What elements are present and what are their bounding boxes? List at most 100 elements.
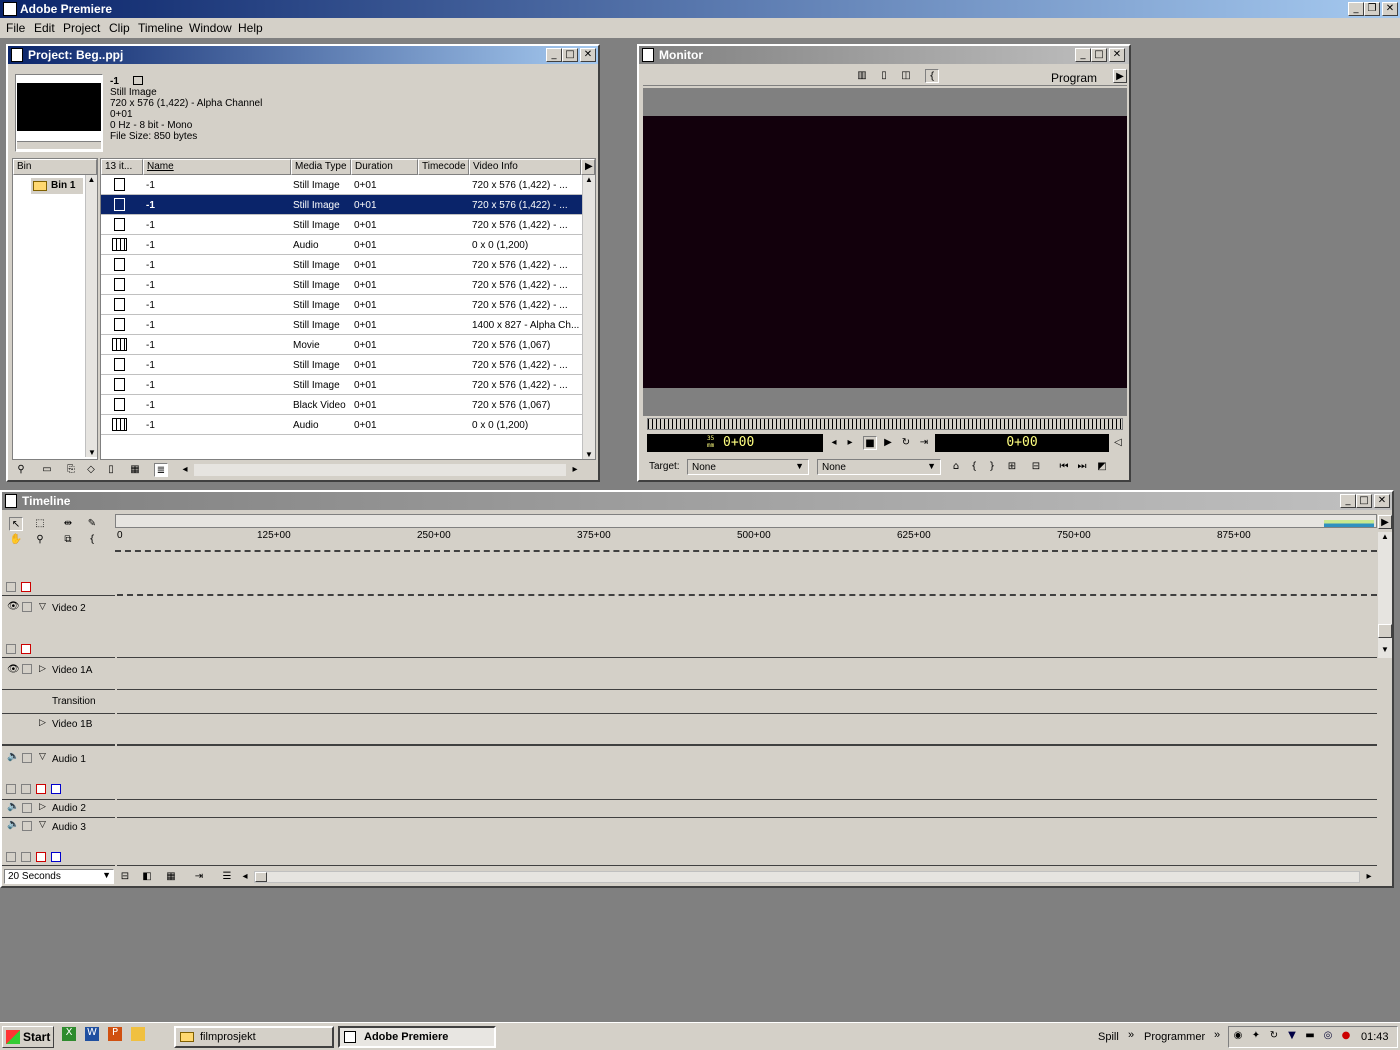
previous-edit-icon[interactable]: ⏮	[1057, 460, 1071, 474]
find-icon[interactable]: ⚲	[14, 463, 28, 477]
horizontal-scrollbar[interactable]	[194, 464, 566, 476]
clip-row[interactable]: -1 Audio 0+01 0 x 0 (1,200)	[101, 415, 582, 435]
track-video-1a[interactable]	[117, 658, 1377, 690]
task-filmprosjekt[interactable]: filmprosjekt	[174, 1026, 334, 1048]
clip-row[interactable]: -1 Still Image 0+01 720 x 576 (1,422) - ...	[101, 355, 582, 375]
antivirus-icon[interactable]: ✦	[1249, 1030, 1263, 1044]
track-video-2[interactable]	[117, 596, 1377, 658]
toggle-snap-icon[interactable]: ◧	[140, 870, 154, 884]
timeline-horizontal-scrollbar[interactable]	[254, 871, 1360, 883]
program-jog-ruler[interactable]	[647, 418, 1123, 430]
menu-clip[interactable]: Clip	[109, 21, 130, 35]
timeline-maximize-button[interactable]: □	[1356, 494, 1372, 508]
zoom-tool-icon[interactable]: ⚲	[33, 533, 47, 547]
scroll-right-icon[interactable]: ▸	[568, 463, 582, 477]
scroll-thumb[interactable]	[255, 872, 267, 882]
lock-track-icon[interactable]	[22, 753, 32, 763]
menu-window[interactable]: Window	[189, 21, 232, 35]
project-minimize-button[interactable]: _	[546, 48, 562, 62]
display-icon[interactable]: ▼	[1285, 1030, 1299, 1044]
clip-row[interactable]: -1 Black Video 0+01 720 x 576 (1,067)	[101, 395, 582, 415]
clip-row[interactable]: -1 Still Image 0+01 720 x 576 (1,422) - ...	[101, 175, 582, 195]
waveform-icon[interactable]	[6, 784, 16, 794]
clip-row[interactable]: -1 Still Image 0+01 720 x 576 (1,422) - ...	[101, 295, 582, 315]
powerpoint-icon[interactable]: P	[108, 1027, 122, 1041]
lock-track-icon[interactable]	[22, 602, 32, 612]
track-transition[interactable]	[117, 690, 1377, 714]
scroll-left-icon[interactable]: ◂	[178, 463, 192, 477]
track-audio-3[interactable]	[117, 818, 1377, 866]
expand-triangle-icon[interactable]: ▷	[39, 718, 46, 728]
edge-viewing-icon[interactable]: ▦	[164, 870, 178, 884]
menu-help[interactable]: Help	[238, 21, 263, 35]
scroll-down-icon[interactable]: ▼	[86, 448, 98, 457]
network-icon[interactable]: ◉	[1231, 1030, 1245, 1044]
expand-triangle-icon[interactable]: ▷	[39, 664, 46, 674]
program-timecode-right[interactable]: 0+00	[935, 434, 1109, 452]
lift-icon[interactable]: ⊞	[1005, 460, 1019, 474]
storyboard-icon[interactable]: ◇	[84, 463, 98, 477]
clock[interactable]: 01:43	[1361, 1031, 1389, 1043]
scroll-up-icon[interactable]: ▲	[86, 175, 97, 184]
new-bin-icon[interactable]: ▭	[40, 463, 54, 477]
clip-row[interactable]: -1 Still Image 0+01 720 x 576 (1,422) - ...	[101, 195, 582, 215]
hand-tool-icon[interactable]: ✋	[9, 533, 23, 547]
minimize-app-button[interactable]: _	[1348, 2, 1364, 16]
project-title-bar[interactable]: Project: Beg..ppj _ □ ✕	[8, 46, 598, 64]
word-icon[interactable]: W	[85, 1027, 99, 1041]
column-timecode[interactable]: Timecode	[418, 159, 469, 175]
pan-rubberband-icon[interactable]	[51, 852, 61, 862]
audio-speaker-icon[interactable]: ◁	[1111, 436, 1125, 450]
collapse-triangle-icon[interactable]: ▽	[39, 820, 46, 830]
column-name[interactable]: Name	[143, 159, 291, 175]
scroll-down-icon[interactable]: ▼	[583, 450, 595, 459]
track-audio-2[interactable]	[117, 800, 1377, 818]
link-tool-icon[interactable]: ⧉	[61, 533, 75, 547]
toolbar-spill[interactable]: Spill	[1098, 1031, 1119, 1043]
single-view-icon[interactable]: ▯	[877, 69, 891, 83]
time-ruler[interactable]: 0 125+00 250+00 375+00 500+00 625+00 750…	[115, 530, 1377, 552]
columns-more-arrow-icon[interactable]: ▶	[581, 159, 595, 175]
keyframe-icon[interactable]	[21, 852, 31, 862]
new-item-icon[interactable]: ⎘	[64, 463, 78, 477]
list-view-icon[interactable]: ≣	[154, 463, 168, 477]
record-icon[interactable]: ●	[1339, 1030, 1353, 1044]
pan-rubberband-icon[interactable]	[51, 784, 61, 794]
next-edit-icon[interactable]: ⏭	[1075, 460, 1089, 474]
clip-row[interactable]: -1 Still Image 0+01 720 x 576 (1,422) - ...	[101, 375, 582, 395]
eye-icon[interactable]: 👁	[7, 664, 20, 675]
collapse-triangle-icon[interactable]: ▽	[39, 752, 46, 762]
range-select-tool-icon[interactable]: ⬚	[33, 517, 47, 531]
lock-track-icon[interactable]	[22, 803, 32, 813]
monitor-minimize-button[interactable]: _	[1075, 48, 1091, 62]
keyframe-icon[interactable]	[6, 582, 16, 592]
column-count[interactable]: 13 it...	[101, 159, 143, 175]
keyframe-icon[interactable]	[6, 644, 16, 654]
bin-item[interactable]: Bin 1	[31, 178, 83, 194]
column-duration[interactable]: Duration	[351, 159, 418, 175]
monitor-icon[interactable]: ▬	[1303, 1030, 1317, 1044]
track-video-1b[interactable]	[117, 714, 1377, 746]
bin-scrollbar[interactable]: ▲ ▼	[85, 175, 97, 457]
task-adobe-premiere[interactable]: Adobe Premiere	[338, 1026, 496, 1048]
expand-triangle-icon[interactable]: ▷	[39, 802, 46, 812]
rolling-edit-tool-icon[interactable]: ⇹	[61, 517, 75, 531]
column-media-type[interactable]: Media Type	[291, 159, 351, 175]
clip-row[interactable]: -1 Audio 0+01 0 x 0 (1,200)	[101, 235, 582, 255]
time-zoom-select[interactable]: 20 Seconds ▼	[4, 869, 114, 884]
excel-icon[interactable]: X	[62, 1027, 76, 1041]
timeline-close-button[interactable]: ✕	[1374, 494, 1390, 508]
monitor-maximize-button[interactable]: □	[1091, 48, 1107, 62]
chevron-icon[interactable]: »	[1128, 1029, 1134, 1041]
shift-tracks-icon[interactable]: ⇥	[192, 870, 206, 884]
start-button[interactable]: Start	[2, 1026, 54, 1048]
track-video-top[interactable]	[117, 552, 1377, 596]
scroll-left-icon[interactable]: ◂	[238, 870, 252, 884]
monitor-options-icon[interactable]: ◩	[1095, 460, 1109, 474]
lock-track-icon[interactable]	[22, 821, 32, 831]
menu-edit[interactable]: Edit	[34, 21, 55, 35]
clip-row[interactable]: -1 Still Image 0+01 720 x 576 (1,422) - ...	[101, 255, 582, 275]
collapse-triangle-icon[interactable]: ▽	[39, 602, 46, 612]
menu-project[interactable]: Project	[63, 21, 100, 35]
scroll-down-icon[interactable]: ▼	[1378, 645, 1392, 654]
